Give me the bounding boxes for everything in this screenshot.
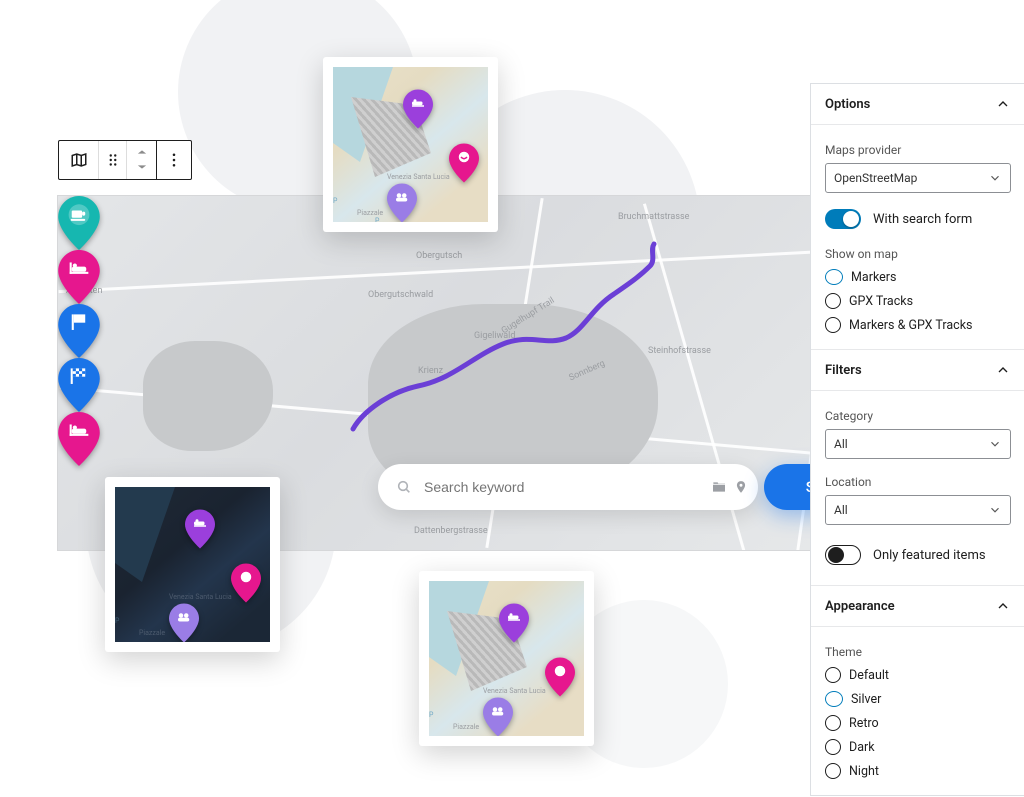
- location-label: Location: [825, 475, 1011, 489]
- category-selected-value: All: [834, 437, 848, 451]
- radio-theme-night[interactable]: Night: [825, 763, 1011, 779]
- thumb-marker: [185, 509, 215, 549]
- radio-theme-default[interactable]: Default: [825, 667, 1011, 683]
- chevron-down-icon: [137, 163, 147, 171]
- theme-label: Theme: [825, 645, 1011, 659]
- chevron-down-icon: [988, 437, 1002, 451]
- panel-appearance-body: Theme Default Silver Retro Dark Night: [811, 627, 1024, 795]
- more-options-button[interactable]: [157, 141, 191, 179]
- thumb-marker: [545, 657, 575, 697]
- featured-label: Only featured items: [873, 548, 986, 563]
- thumb-marker: [403, 89, 433, 129]
- search-input[interactable]: [422, 478, 708, 496]
- thumb-marker: [483, 697, 513, 736]
- map-marker-hotel[interactable]: [58, 250, 100, 304]
- panel-filters-header[interactable]: Filters: [811, 350, 1024, 391]
- chevron-up-icon: [995, 362, 1011, 378]
- radio-theme-retro[interactable]: Retro: [825, 715, 1011, 731]
- featured-toggle[interactable]: [825, 545, 861, 565]
- more-options-icon: [165, 151, 183, 169]
- map-marker-route-start[interactable]: [58, 304, 100, 358]
- location-filter-icon[interactable]: [730, 479, 752, 495]
- radio-both[interactable]: Markers & GPX Tracks: [825, 317, 1011, 333]
- chevron-up-icon: [995, 96, 1011, 112]
- provider-select[interactable]: OpenStreetMap: [825, 163, 1011, 193]
- panel-title: Appearance: [825, 599, 895, 614]
- move-down-button[interactable]: [137, 160, 147, 175]
- category-filter-icon[interactable]: [708, 479, 730, 495]
- radio-theme-silver[interactable]: Silver: [825, 691, 1011, 707]
- chevron-down-icon: [988, 503, 1002, 517]
- radio-gpx[interactable]: GPX Tracks: [825, 293, 1011, 309]
- radio-markers[interactable]: Markers: [825, 269, 1011, 285]
- map-marker-cafe[interactable]: [58, 196, 100, 250]
- map-search-bar: [378, 464, 758, 510]
- block-type-button[interactable]: [59, 141, 99, 179]
- radio-theme-dark[interactable]: Dark: [825, 739, 1011, 755]
- provider-selected-value: OpenStreetMap: [834, 171, 917, 185]
- thumb-marker: [169, 603, 199, 642]
- search-form-label: With search form: [873, 212, 972, 227]
- provider-label: Maps provider: [825, 143, 1011, 157]
- category-label: Category: [825, 409, 1011, 423]
- search-form-toggle[interactable]: [825, 209, 861, 229]
- map-marker-hotel[interactable]: [58, 412, 100, 466]
- panel-title: Options: [825, 97, 870, 112]
- block-toolbar: [58, 140, 192, 180]
- thumb-marker: [231, 563, 261, 603]
- drag-handle-button[interactable]: [99, 141, 127, 179]
- theme-thumbnail-default[interactable]: Venezia Santa Lucia Piazzale P P: [323, 57, 498, 232]
- search-icon: [396, 479, 412, 495]
- block-settings-sidebar: Options Maps provider OpenStreetMap With…: [810, 83, 1024, 796]
- theme-thumbnail-retro[interactable]: Venezia Santa Lucia Piazzale P: [419, 571, 594, 746]
- thumb-marker: [499, 603, 529, 643]
- panel-filters-body: Category All Location All Only featured …: [811, 391, 1024, 586]
- panel-appearance-header[interactable]: Appearance: [811, 586, 1024, 627]
- category-select[interactable]: All: [825, 429, 1011, 459]
- panel-options-header[interactable]: Options: [811, 84, 1024, 125]
- thumb-marker: [387, 183, 417, 222]
- map-block-icon: [70, 151, 88, 169]
- location-selected-value: All: [834, 503, 848, 517]
- chevron-down-icon: [988, 171, 1002, 185]
- chevron-up-icon: [137, 148, 147, 156]
- block-mover: [127, 141, 157, 179]
- theme-radios: Default Silver Retro Dark Night: [825, 667, 1011, 779]
- chevron-up-icon: [995, 598, 1011, 614]
- show-on-map-label: Show on map: [825, 247, 1011, 261]
- drag-handle-icon: [104, 151, 122, 169]
- thumb-marker: [449, 143, 479, 183]
- show-on-map-radios: Markers GPX Tracks Markers & GPX Tracks: [825, 269, 1011, 333]
- move-up-button[interactable]: [137, 145, 147, 160]
- panel-title: Filters: [825, 363, 862, 378]
- panel-options-body: Maps provider OpenStreetMap With search …: [811, 125, 1024, 350]
- map-marker-route-end[interactable]: [58, 358, 100, 412]
- theme-thumbnail-dark[interactable]: Venezia Santa Lucia Piazzale P: [105, 477, 280, 652]
- location-select[interactable]: All: [825, 495, 1011, 525]
